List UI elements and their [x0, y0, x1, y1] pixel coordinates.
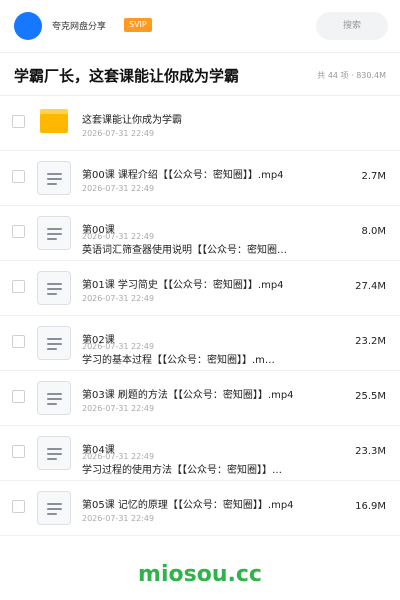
folder-icon [40, 109, 68, 133]
file-size: 27.4M [355, 281, 386, 292]
video-file-icon [37, 161, 71, 195]
file-size: 23.3M [355, 446, 386, 457]
watermark: miosou.cc [138, 562, 262, 587]
list-item[interactable]: 第04课 2026-07-31 22:49 学习过程的使用方法【【公众号：密知圈… [0, 426, 400, 481]
file-date: 2026-07-31 22:49 [82, 452, 155, 461]
list-item[interactable]: 第01课 学习简史【【公众号：密知圈】】.mp4 2026-07-31 22:4… [0, 261, 400, 316]
file-date: 2026-07-31 22:49 [82, 232, 155, 241]
header: 夸克网盘分享 SVIP 搜索 [0, 0, 400, 53]
file-name: 这套课能让你成为学霸 [82, 115, 182, 126]
file-size: 2.7M [361, 171, 386, 182]
row-checkbox[interactable] [12, 500, 25, 513]
document-file-icon [37, 216, 71, 250]
video-file-icon [37, 271, 71, 305]
svip-badge: SVIP [124, 18, 152, 32]
video-file-icon [37, 381, 71, 415]
item-summary: 共 44 项 · 830.4M [317, 71, 386, 80]
list-item[interactable]: 这套课能让你成为学霸 2026-07-31 22:49 [0, 96, 400, 151]
file-date: 2026-07-31 22:49 [82, 184, 155, 193]
file-name: 第05课 记忆的原理【【公众号：密知圈】】.mp4 [82, 500, 294, 511]
file-name: 第01课 学习简史【【公众号：密知圈】】.mp4 [82, 280, 284, 291]
file-size: 16.9M [355, 501, 386, 512]
video-file-icon [37, 491, 71, 525]
file-list: 这套课能让你成为学霸 2026-07-31 22:49 第00课 课程介绍【【公… [0, 96, 400, 536]
row-checkbox[interactable] [12, 170, 25, 183]
page: 夸克网盘分享 SVIP 搜索 学霸厂长，这套课能让你成为学霸 共 44 项 · … [0, 0, 400, 600]
row-checkbox[interactable] [12, 280, 25, 293]
video-file-icon [37, 326, 71, 360]
file-date: 2026-07-31 22:49 [82, 129, 155, 138]
file-size: 8.0M [361, 226, 386, 237]
file-date: 2026-07-31 22:49 [82, 404, 155, 413]
file-size: 25.5M [355, 391, 386, 402]
list-item[interactable]: 第02课 2026-07-31 22:49 学习的基本过程【【公众号：密知圈】】… [0, 316, 400, 371]
list-item[interactable]: 第00课 2026-07-31 22:49 英语词汇筛查器使用说明【【公众号：密… [0, 206, 400, 261]
row-checkbox[interactable] [12, 335, 25, 348]
list-item[interactable]: 第00课 课程介绍【【公众号：密知圈】】.mp4 2026-07-31 22:4… [0, 151, 400, 206]
file-date: 2026-07-31 22:49 [82, 514, 155, 523]
title-row: 学霸厂长，这套课能让你成为学霸 共 44 项 · 830.4M [0, 53, 400, 96]
list-item[interactable]: 第03课 刷题的方法【【公众号：密知圈】】.mp4 2026-07-31 22:… [0, 371, 400, 426]
file-name: 第03课 刷题的方法【【公众号：密知圈】】.mp4 [82, 390, 294, 401]
file-name: 第00课 课程介绍【【公众号：密知圈】】.mp4 [82, 170, 284, 181]
page-title: 学霸厂长，这套课能让你成为学霸 [14, 67, 240, 85]
search-input[interactable]: 搜索 [316, 12, 388, 40]
list-item[interactable]: 第05课 记忆的原理【【公众号：密知圈】】.mp4 2026-07-31 22:… [0, 481, 400, 536]
row-checkbox[interactable] [12, 115, 25, 128]
file-name-continued: 英语词汇筛查器使用说明【【公众号：密知圈… [82, 245, 287, 256]
avatar[interactable] [14, 12, 42, 40]
file-date: 2026-07-31 22:49 [82, 342, 155, 351]
file-date: 2026-07-31 22:49 [82, 294, 155, 303]
app-name: 夸克网盘分享 [52, 22, 107, 32]
file-size: 23.2M [355, 336, 386, 347]
row-checkbox[interactable] [12, 390, 25, 403]
file-name-continued: 学习的基本过程【【公众号：密知圈】】.m… [82, 355, 275, 366]
row-checkbox[interactable] [12, 225, 25, 238]
row-checkbox[interactable] [12, 445, 25, 458]
file-name-continued: 学习过程的使用方法【【公众号：密知圈】】… [82, 465, 282, 476]
video-file-icon [37, 436, 71, 470]
